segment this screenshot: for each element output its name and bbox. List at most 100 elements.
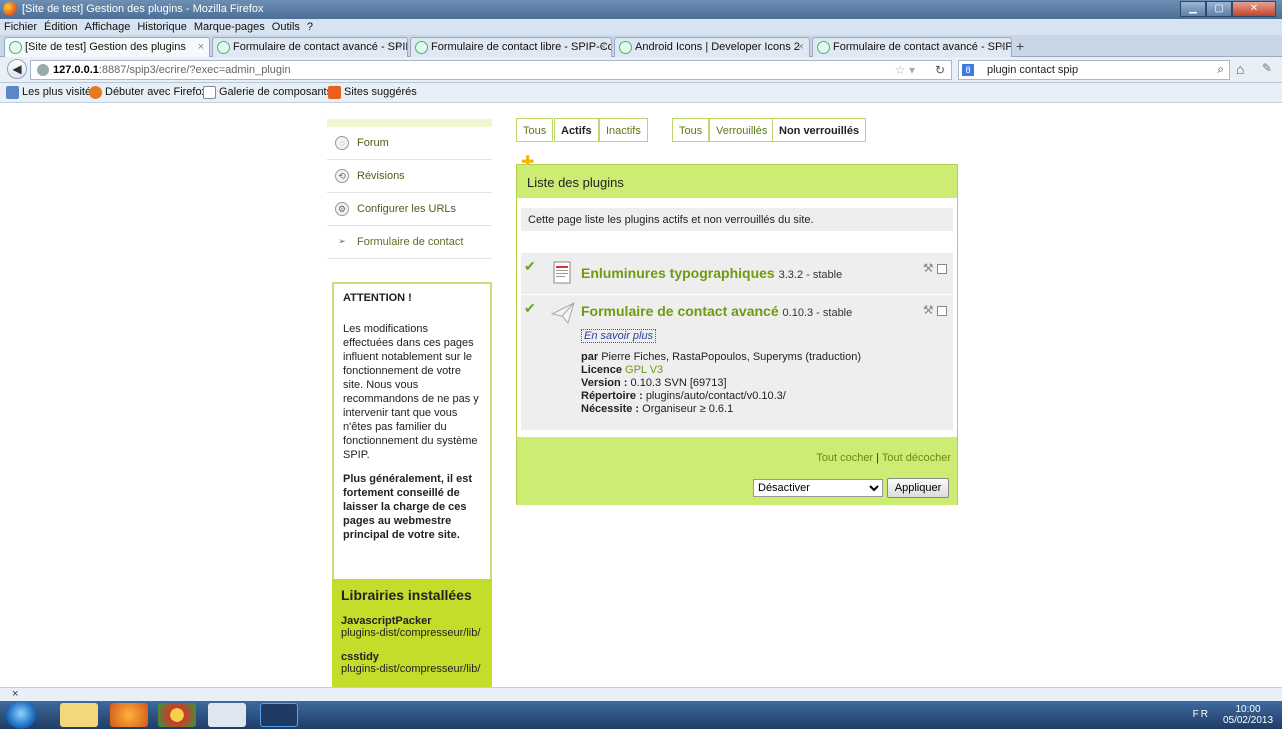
home-icon[interactable]: ⌂ (1236, 61, 1244, 77)
google-engine-icon[interactable]: 8 (962, 64, 974, 76)
apply-button[interactable]: Appliquer (887, 478, 949, 498)
filter-non-verrouilles[interactable]: Non verrouillés (772, 118, 867, 142)
tab-contact-libre[interactable]: Formulaire de contact libre - SPIP-Co...… (410, 37, 612, 57)
close-addon-bar-icon[interactable]: × (12, 688, 18, 700)
tray-lang[interactable]: FR (1193, 709, 1210, 720)
clock-date: 05/02/2013 (1222, 715, 1274, 726)
most-visited-icon (6, 86, 19, 99)
start-button[interactable] (6, 701, 36, 729)
bookmark-label: Galerie de composants... (219, 86, 342, 98)
plugin-tools: ⚒ (923, 261, 947, 275)
plugin-name[interactable]: Enluminures typographiques 3.3.2 - stabl… (581, 265, 842, 281)
firefox-icon (89, 86, 102, 99)
maximize-button[interactable]: ▢ (1206, 1, 1232, 17)
tab-strip: [Site de test] Gestion des plugins × For… (0, 35, 1282, 57)
tab-close-icon[interactable]: × (396, 41, 402, 53)
taskbar-clock[interactable]: 10:00 05/02/2013 (1218, 704, 1278, 726)
warning-text: Les modifications effectuées dans ces pa… (343, 323, 479, 461)
reload-icon[interactable]: ↻ (935, 63, 945, 77)
sidebar-item-label: Forum (357, 137, 389, 149)
menu-affichage[interactable]: Affichage (81, 19, 134, 33)
files-taskbar-icon[interactable] (208, 703, 246, 727)
menu-fichier[interactable]: Fichier (0, 19, 40, 33)
menu-help[interactable]: ? (303, 19, 316, 33)
back-button[interactable]: ◀ (7, 59, 27, 79)
sidebar-item-contact[interactable]: ➢ Formulaire de contact (327, 226, 492, 259)
bookmark-label: Débuter avec Firefox (105, 86, 208, 98)
tab-label: [Site de test] Gestion des plugins (25, 41, 186, 53)
menu-edition[interactable]: Édition (40, 19, 81, 33)
tab-close-icon[interactable]: × (198, 41, 204, 53)
tab-label: Android Icons | Developer Icons 2 (635, 41, 800, 53)
plugins-info: Cette page liste les plugins actifs et n… (521, 208, 953, 231)
globe-icon (817, 41, 830, 54)
menu-outils[interactable]: Outils (268, 19, 303, 33)
tab-label: Formulaire de contact avancé - SPIP-... (233, 41, 408, 53)
filter-actifs[interactable]: Actifs (554, 118, 599, 142)
check-all-link[interactable]: Tout cocher (816, 452, 873, 464)
wrench-icon[interactable]: ⚒ (923, 303, 934, 317)
search-icon[interactable]: ⌕ (1217, 62, 1224, 77)
filter-tous-lock[interactable]: Tous (672, 118, 710, 142)
url-bar[interactable]: 127.0.0.1:8887/spip3/ecrire/?exec=admin_… (30, 60, 952, 80)
bookmark-suggested-sites[interactable]: Sites suggérés (328, 86, 417, 99)
tab-android-icons[interactable]: Android Icons | Developer Icons 2 × (614, 37, 810, 57)
plugin-dependency: Organiseur ≥ 0.6.1 (642, 403, 734, 415)
search-input[interactable]: plugin contact spip (987, 64, 1078, 76)
library-name: csstidy (341, 651, 379, 663)
paper-plane-icon: ➢ (338, 236, 346, 246)
tab-contact-avance-2[interactable]: Formulaire de contact avancé - SPIP-... … (812, 37, 1012, 57)
plugin-licence-link[interactable]: GPL V3 (625, 364, 663, 376)
plugin-checkbox[interactable] (937, 263, 947, 274)
wrench-icon[interactable]: ⚒ (923, 261, 934, 275)
extension-icon[interactable]: ✎ (1262, 61, 1272, 75)
close-window-button[interactable]: ✕ (1232, 1, 1276, 17)
revisions-icon: ⟲ (335, 169, 349, 183)
filter-inactifs[interactable]: Inactifs (599, 118, 648, 142)
menu-historique[interactable]: Historique (133, 19, 190, 33)
chrome-taskbar-icon[interactable] (158, 703, 196, 727)
library-name: JavascriptPacker (341, 615, 432, 627)
sidebar-item-forum[interactable]: ◌ Forum (327, 127, 492, 160)
tab-gestion-plugins[interactable]: [Site de test] Gestion des plugins × (4, 37, 210, 57)
speech-bubble-icon: ◌ (335, 136, 349, 150)
warning-bold-text: Plus généralement, il est fortement cons… (343, 473, 472, 541)
minimize-button[interactable]: ▁ (1180, 1, 1206, 17)
bookmark-gallery[interactable]: Galerie de composants... (203, 86, 342, 99)
explorer-taskbar-icon[interactable] (60, 703, 98, 727)
site-identity-icon[interactable] (37, 64, 49, 76)
detail-label: par (581, 351, 599, 363)
tab-close-icon[interactable]: × (1000, 41, 1006, 53)
filter-verrouilles[interactable]: Verrouillés (709, 118, 775, 142)
plugin-version: 0.10.3 - stable (782, 307, 853, 319)
photoshop-taskbar-icon[interactable] (260, 703, 298, 727)
bulk-action-select[interactable]: Désactiver (753, 479, 883, 497)
bookmark-star-icon[interactable]: ☆ ▾ (895, 63, 915, 77)
tab-label: Formulaire de contact avancé - SPIP-... (833, 41, 1012, 53)
plugin-checkbox[interactable] (937, 305, 947, 316)
bookmark-getting-started[interactable]: Débuter avec Firefox (89, 86, 208, 99)
detail-label: Répertoire : (581, 390, 643, 402)
learn-more-link[interactable]: En savoir plus (581, 329, 657, 343)
clock-time: 10:00 (1235, 704, 1261, 715)
new-tab-button[interactable]: + (1016, 38, 1024, 54)
tab-close-icon[interactable]: × (798, 41, 804, 53)
menu-marque-pages[interactable]: Marque-pages (190, 19, 268, 33)
bookmarks-bar: Les plus visités Débuter avec Firefox Ga… (0, 83, 1282, 103)
url-host: 127.0.0.1 (53, 64, 99, 76)
search-bar[interactable]: 8 plugin contact spip ⌕ (958, 60, 1230, 80)
tab-close-icon[interactable]: × (600, 41, 606, 53)
plugin-row: ✔ Formulaire de contact avancé 0.10.3 - … (521, 295, 953, 430)
navigation-bar: ◀ 127.0.0.1:8887/spip3/ecrire/?exec=admi… (0, 57, 1282, 83)
filter-tous-state[interactable]: Tous (516, 118, 554, 142)
bookmark-most-visited[interactable]: Les plus visités (6, 86, 97, 99)
library-path: plugins-dist/compresseur/lib/ (341, 627, 481, 639)
plugin-authors: Pierre Fiches, RastaPopoulos, Superyms (… (601, 351, 862, 363)
firefox-taskbar-icon[interactable] (110, 703, 148, 727)
sidebar-item-urls[interactable]: ⚙ Configurer les URLs (327, 193, 492, 226)
uncheck-all-link[interactable]: Tout décocher (882, 452, 951, 464)
plugins-panel-footer: Tout cocher | Tout décocher Désactiver A… (517, 437, 957, 505)
plugin-name[interactable]: Formulaire de contact avancé 0.10.3 - st… (581, 303, 852, 319)
tab-contact-avance-1[interactable]: Formulaire de contact avancé - SPIP-... … (212, 37, 408, 57)
sidebar-item-revisions[interactable]: ⟲ Révisions (327, 160, 492, 193)
